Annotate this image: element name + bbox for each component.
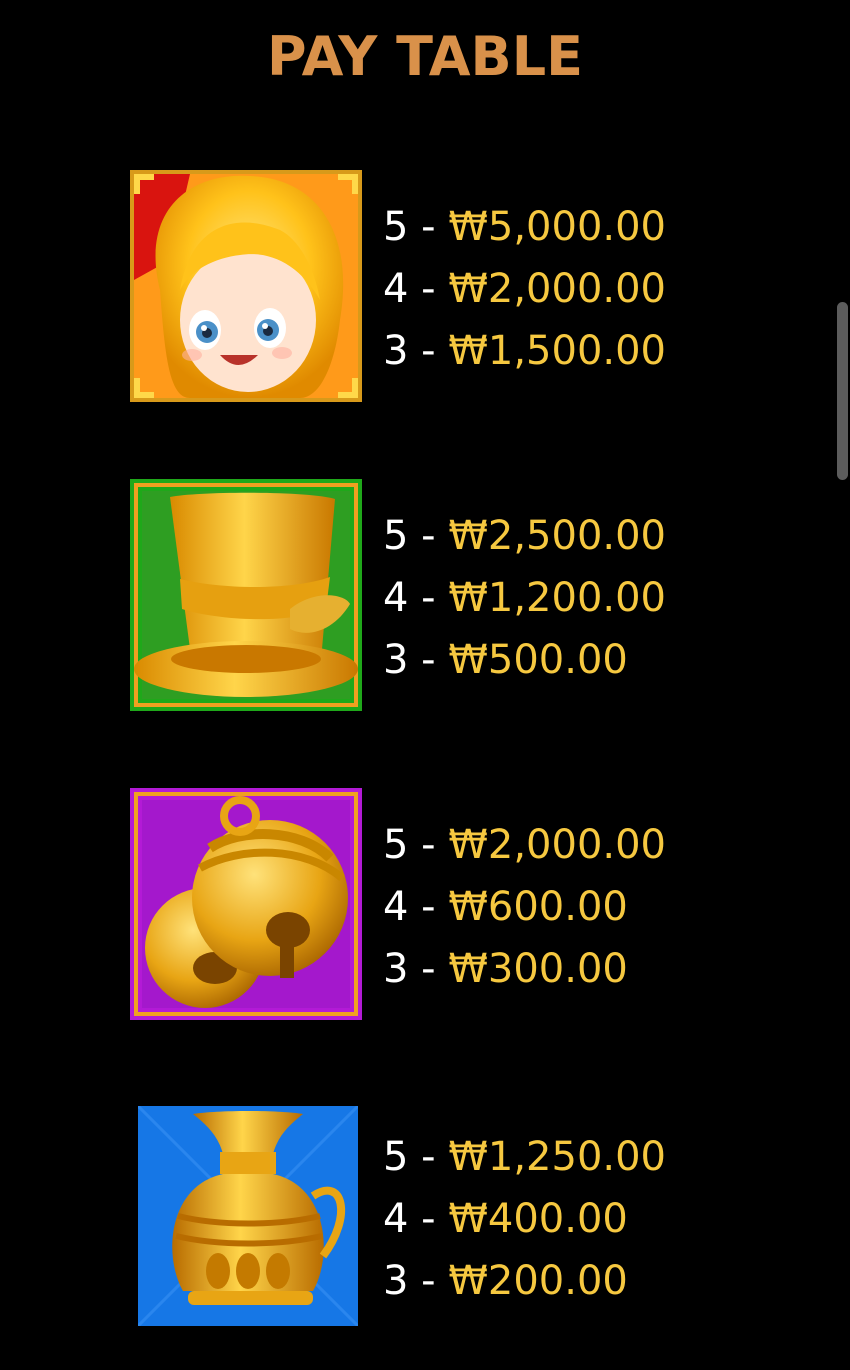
- pay-line: 5 - ₩2,500.00: [383, 513, 667, 559]
- payout-amount: ₩600.00: [448, 884, 628, 930]
- match-count: 5: [383, 513, 409, 559]
- paytable-row-bells: 5 - ₩2,000.00 4 - ₩600.00 3 - ₩300.00: [130, 788, 730, 1020]
- payout-amount: ₩2,500.00: [448, 513, 667, 559]
- match-count: 3: [383, 946, 409, 992]
- pay-line: 4 - ₩2,000.00: [383, 266, 667, 312]
- paytable-row-golden-vase: 5 - ₩1,250.00 4 - ₩400.00 3 - ₩200.00: [130, 1104, 730, 1336]
- bells-icon: [130, 788, 362, 1020]
- match-count: 5: [383, 1134, 409, 1180]
- payout-amount: ₩500.00: [448, 637, 628, 683]
- payout-amount: ₩5,000.00: [448, 204, 667, 250]
- pay-values: 5 - ₩1,250.00 4 - ₩400.00 3 - ₩200.00: [383, 1126, 723, 1312]
- match-count: 5: [383, 822, 409, 868]
- payout-amount: ₩1,500.00: [448, 328, 667, 374]
- alice-portrait-icon: [130, 170, 362, 402]
- pay-line: 5 - ₩5,000.00: [383, 204, 667, 250]
- payout-amount: ₩1,200.00: [448, 575, 667, 621]
- pay-line: 5 - ₩1,250.00: [383, 1134, 667, 1180]
- match-count: 4: [383, 1196, 409, 1242]
- payout-amount: ₩2,000.00: [448, 822, 667, 868]
- payout-amount: ₩400.00: [448, 1196, 628, 1242]
- pay-values: 5 - ₩2,500.00 4 - ₩1,200.00 3 - ₩500.00: [383, 505, 723, 691]
- paytable-row-top-hat: 5 - ₩2,500.00 4 - ₩1,200.00 3 - ₩500.00: [130, 479, 730, 711]
- payout-amount: ₩300.00: [448, 946, 628, 992]
- pay-line: 3 - ₩1,500.00: [383, 328, 667, 374]
- pay-line: 4 - ₩1,200.00: [383, 575, 667, 621]
- payout-amount: ₩2,000.00: [448, 266, 667, 312]
- match-count: 5: [383, 204, 409, 250]
- match-count: 3: [383, 637, 409, 683]
- match-count: 3: [383, 328, 409, 374]
- pay-line: 3 - ₩200.00: [383, 1258, 628, 1304]
- page-title: PAY TABLE: [266, 25, 584, 88]
- scrollbar-thumb[interactable]: [837, 302, 848, 480]
- payout-amount: ₩200.00: [448, 1258, 628, 1304]
- match-count: 4: [383, 575, 409, 621]
- paytable-row-alice: 5 - ₩5,000.00 4 - ₩2,000.00 3 - ₩1,500.0…: [130, 170, 730, 402]
- pay-values: 5 - ₩5,000.00 4 - ₩2,000.00 3 - ₩1,500.0…: [383, 196, 723, 382]
- match-count: 3: [383, 1258, 409, 1304]
- pay-line: 4 - ₩600.00: [383, 884, 628, 930]
- payout-amount: ₩1,250.00: [448, 1134, 667, 1180]
- pay-line: 3 - ₩500.00: [383, 637, 628, 683]
- pay-line: 4 - ₩400.00: [383, 1196, 628, 1242]
- pay-line: 3 - ₩300.00: [383, 946, 628, 992]
- pay-values: 5 - ₩2,000.00 4 - ₩600.00 3 - ₩300.00: [383, 814, 723, 1000]
- match-count: 4: [383, 266, 409, 312]
- top-hat-icon: [130, 479, 362, 711]
- golden-vase-icon: [138, 1106, 358, 1326]
- match-count: 4: [383, 884, 409, 930]
- pay-line: 5 - ₩2,000.00: [383, 822, 667, 868]
